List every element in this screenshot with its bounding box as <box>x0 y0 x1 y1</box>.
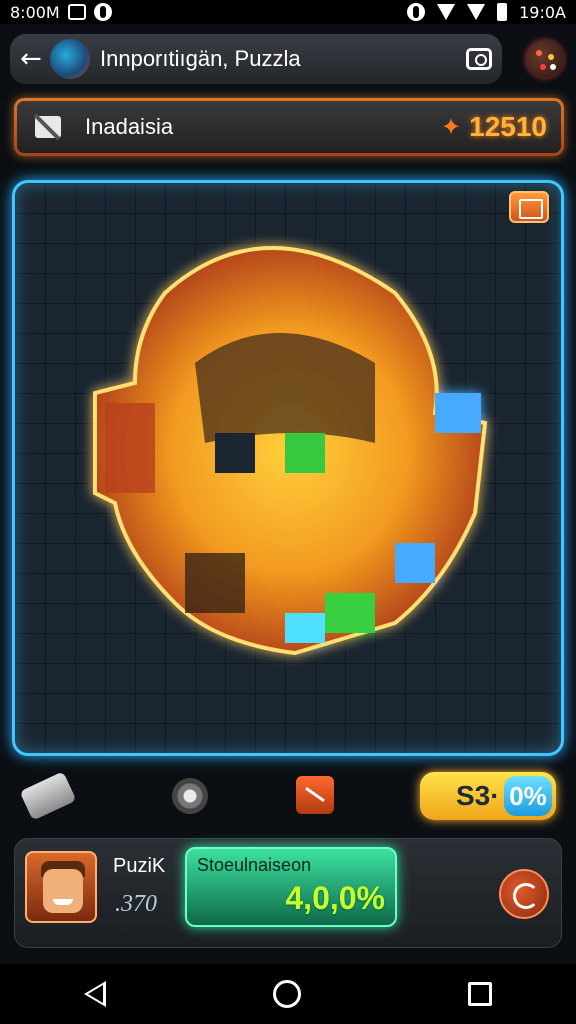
level-title: Inadaisia <box>85 114 174 139</box>
progress-card[interactable]: Stoeulnaiseon 4,0,0% <box>185 847 397 927</box>
nav-recent-icon[interactable] <box>468 982 493 1006</box>
pill-label: S3· <box>456 780 500 811</box>
score-value: 12510 <box>469 111 547 142</box>
refresh-icon[interactable] <box>499 869 549 919</box>
flag-icon[interactable] <box>31 112 65 142</box>
app-bar: ← Innporıtiıgän, Puzzla <box>10 34 502 84</box>
level-banner: Inadaisia ✦ 12510 <box>14 98 564 156</box>
progress-value: 4,0,0% <box>285 880 385 916</box>
shuffle-icon[interactable] <box>296 776 334 814</box>
player-avatar[interactable] <box>25 851 97 923</box>
puzzle-board[interactable] <box>12 180 564 756</box>
status-time-left: 8:00M <box>10 2 60 22</box>
progress-label: Stoeulnaiseon <box>197 855 312 875</box>
player-name: PuziK <box>113 855 166 877</box>
player-points: .370 <box>115 891 157 917</box>
wifi-icon <box>437 4 456 20</box>
spark-icon: ✦ <box>441 113 462 141</box>
status-time-right: 19:0A <box>519 2 566 22</box>
tool-row: S3· 0% <box>0 770 576 826</box>
eye-icon[interactable] <box>172 778 208 814</box>
nav-back-icon[interactable] <box>83 981 106 1007</box>
navigation-bar <box>0 964 576 1024</box>
cookie-menu-icon[interactable] <box>526 40 564 78</box>
hint-icon[interactable] <box>19 771 77 821</box>
app-notification-icon <box>93 3 112 21</box>
app-title: Innporıtiıgän, Puzzla <box>100 46 301 71</box>
image-preview-button[interactable] <box>509 191 549 223</box>
puzzle-image <box>93 246 488 656</box>
back-arrow-icon[interactable]: ← <box>20 44 50 74</box>
notification-icon <box>67 4 86 20</box>
pill-percent: 0% <box>504 776 552 816</box>
game-avatar[interactable] <box>50 39 90 79</box>
battery-icon <box>497 3 508 21</box>
status-bar: 8:00M 19:0A <box>0 0 576 24</box>
camera-icon[interactable] <box>466 48 492 70</box>
nav-home-icon[interactable] <box>272 980 301 1008</box>
signal-icon <box>467 4 486 20</box>
player-panel: PuziK .370 Stoeulnaiseon 4,0,0% <box>14 838 562 948</box>
progress-pill[interactable]: S3· 0% <box>420 772 556 820</box>
alarm-icon <box>407 3 426 21</box>
